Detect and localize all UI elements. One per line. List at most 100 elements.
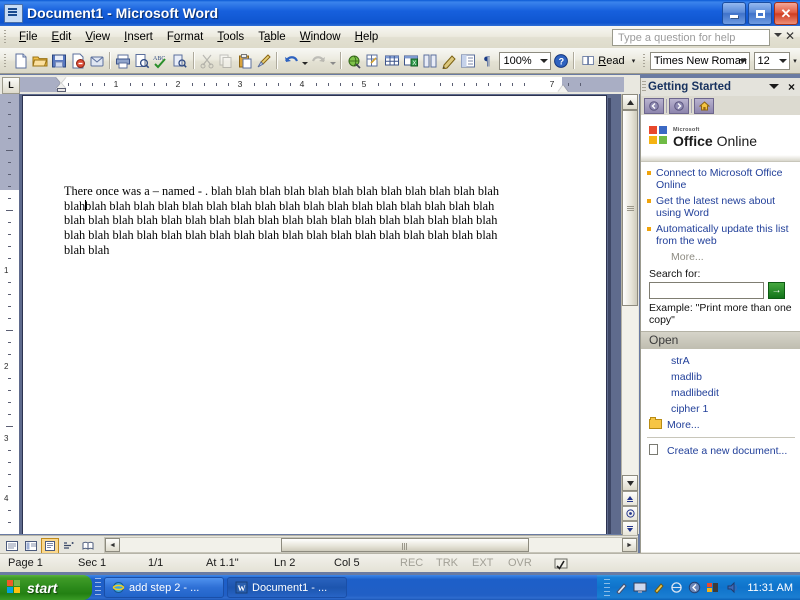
insert-hyperlink-icon[interactable] [345, 50, 364, 71]
redo-dropdown-arrow-icon[interactable] [328, 50, 337, 71]
view-reading-layout-button[interactable] [79, 538, 97, 554]
document-horizontal-scrollbar[interactable]: ◄ ► [104, 537, 638, 553]
taskbar-item-word[interactable]: W Document1 - ... [227, 577, 347, 598]
document-canvas[interactable]: There once was a – named - . blah blah b… [19, 94, 621, 534]
print-icon[interactable] [114, 50, 133, 71]
font-size-combobox[interactable]: 12 [753, 51, 791, 70]
office-icon[interactable] [706, 581, 721, 594]
hscroll-left-button[interactable]: ◄ [105, 538, 120, 552]
show-hide-paragraph-icon[interactable]: ¶ [478, 50, 497, 71]
list-item[interactable]: Get the latest news about using Word [647, 195, 797, 219]
menu-tools[interactable]: Tools [210, 29, 251, 45]
network-icon[interactable] [670, 581, 683, 594]
chevron-down-icon[interactable] [779, 58, 788, 63]
forward-icon[interactable] [669, 97, 689, 114]
chevron-down-icon[interactable] [774, 33, 782, 37]
document-page[interactable]: There once was a – named - . blah blah b… [22, 95, 607, 534]
research-icon[interactable] [171, 50, 190, 71]
spelling-status-icon[interactable] [554, 557, 570, 570]
home-icon[interactable] [694, 97, 714, 114]
recent-file-madlib[interactable]: madlib [641, 369, 800, 385]
shield-icon[interactable] [688, 581, 701, 594]
ask-a-question-input[interactable]: Type a question for help [612, 29, 770, 46]
insert-table-icon[interactable] [383, 50, 402, 71]
scroll-down-button[interactable] [622, 475, 638, 491]
minimize-button[interactable] [722, 2, 746, 25]
undo-icon[interactable] [281, 50, 300, 71]
document-vertical-scrollbar[interactable] [621, 94, 639, 536]
menu-insert[interactable]: Insert [117, 29, 160, 45]
display-icon[interactable] [633, 581, 647, 594]
marker-icon[interactable] [652, 581, 665, 594]
scroll-up-button[interactable] [622, 94, 638, 110]
help-icon[interactable]: ? [551, 50, 570, 71]
zoom-combobox[interactable]: 100% [498, 51, 552, 70]
more-links-label[interactable]: More... [647, 251, 797, 263]
tray-handle[interactable] [604, 578, 611, 597]
back-icon[interactable] [644, 97, 664, 114]
document-map-icon[interactable] [459, 50, 478, 71]
start-button[interactable]: start [0, 575, 92, 600]
horizontal-scroll-thumb[interactable] [281, 538, 529, 552]
select-browse-object-icon[interactable] [622, 506, 638, 521]
status-ext[interactable]: EXT [466, 557, 502, 569]
save-icon[interactable] [49, 50, 68, 71]
search-input[interactable] [649, 282, 764, 299]
search-go-button[interactable]: → [768, 282, 785, 299]
status-trk[interactable]: TRK [430, 557, 466, 569]
menu-view[interactable]: View [78, 29, 117, 45]
font-name-combobox[interactable]: Times New Roman [649, 51, 750, 70]
menu-drag-handle[interactable] [3, 29, 10, 45]
menu-format[interactable]: Format [160, 29, 210, 45]
menu-window[interactable]: Window [293, 29, 348, 45]
permission-icon[interactable] [68, 50, 87, 71]
quick-launch-handle[interactable] [95, 577, 101, 598]
link-connect-office-online[interactable]: Connect to Microsoft Office Online [656, 167, 797, 191]
format-painter-icon[interactable] [254, 50, 273, 71]
chevron-down-icon[interactable] [540, 58, 549, 63]
menu-edit[interactable]: Edit [45, 29, 79, 45]
insert-excel-sheet-icon[interactable]: X [402, 50, 421, 71]
recent-file-madlibedit[interactable]: madlibedit [641, 385, 800, 401]
recent-file-cipher1[interactable]: cipher 1 [641, 401, 800, 417]
new-document-icon[interactable] [11, 50, 30, 71]
view-outline-button[interactable] [60, 538, 78, 554]
previous-page-icon[interactable] [622, 491, 638, 506]
columns-icon[interactable] [421, 50, 440, 71]
vertical-scroll-track[interactable] [622, 110, 638, 475]
read-button[interactable]: Read [578, 53, 628, 68]
left-indent-marker[interactable] [57, 88, 66, 92]
open-folder-icon[interactable] [30, 50, 49, 71]
view-web-layout-button[interactable] [22, 538, 40, 554]
copy-icon[interactable] [217, 50, 236, 71]
volume-icon[interactable] [726, 581, 739, 594]
close-icon[interactable]: ✕ [785, 30, 795, 42]
vertical-scroll-thumb[interactable] [622, 110, 638, 306]
chevron-down-icon[interactable] [738, 58, 747, 63]
toolbar-drag-handle[interactable] [3, 52, 10, 69]
close-button[interactable]: ✕ [774, 2, 798, 25]
vertical-ruler[interactable]: 1 2 3 4 [0, 94, 19, 534]
task-pane-drag-handle[interactable] [642, 81, 646, 93]
cut-icon[interactable] [198, 50, 217, 71]
drawing-icon[interactable] [440, 50, 459, 71]
redo-icon[interactable] [309, 50, 328, 71]
status-ovr[interactable]: OVR [502, 557, 538, 569]
close-icon[interactable]: × [788, 80, 795, 94]
list-item[interactable]: Automatically update this list from the … [647, 223, 797, 247]
tab-stop-selector[interactable]: L [2, 77, 20, 94]
menu-table[interactable]: Table [251, 29, 293, 45]
open-more-link[interactable]: More... [641, 417, 800, 433]
status-rec[interactable]: REC [394, 557, 430, 569]
spelling-check-icon[interactable]: ABC [152, 50, 171, 71]
tables-borders-icon[interactable] [364, 50, 383, 71]
horizontal-ruler[interactable]: 1 2 3 4 5 7 [20, 77, 624, 92]
hscroll-right-button[interactable]: ► [622, 538, 637, 552]
pen-icon[interactable] [615, 581, 628, 594]
create-new-document-link[interactable]: Create a new document... [641, 442, 800, 460]
taskbar-item-browser[interactable]: add step 2 - ... [104, 577, 224, 598]
undo-dropdown-arrow-icon[interactable] [300, 50, 309, 71]
chevron-down-icon[interactable] [769, 84, 779, 89]
list-item[interactable]: Connect to Microsoft Office Online [647, 167, 797, 191]
right-indent-marker[interactable] [558, 85, 568, 92]
